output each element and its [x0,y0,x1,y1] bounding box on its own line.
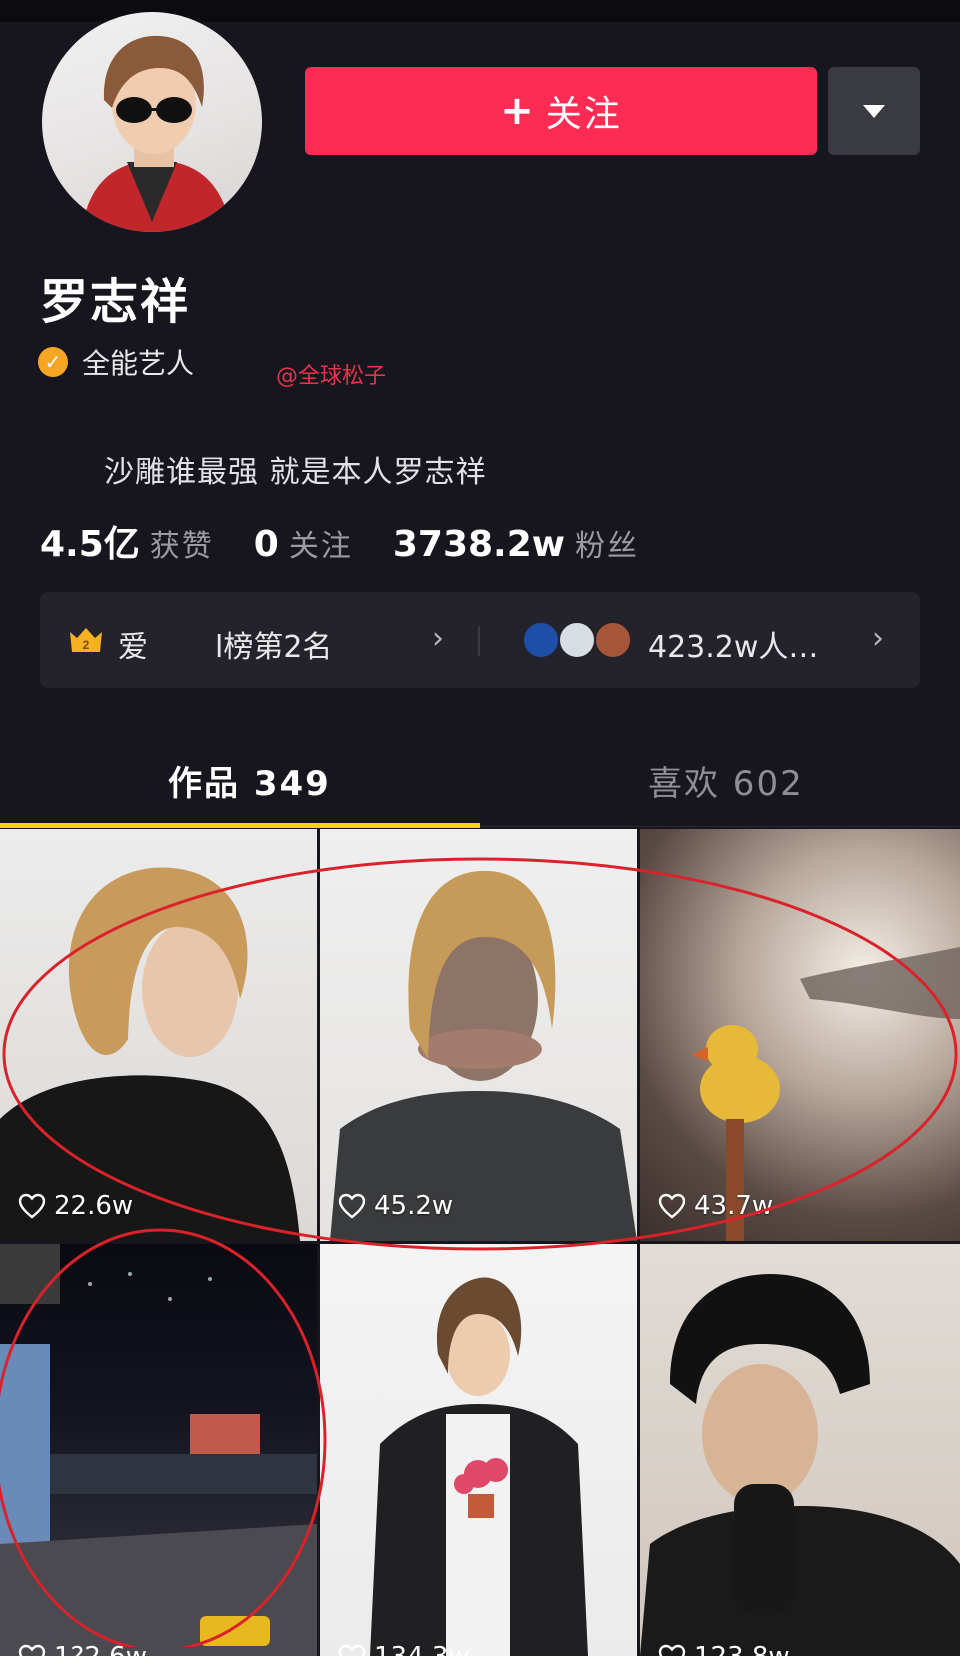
annotation-circle-night-video [0,1228,327,1647]
annotation-overlay [0,857,958,1647]
annotation-circle-top-row [2,857,958,1251]
